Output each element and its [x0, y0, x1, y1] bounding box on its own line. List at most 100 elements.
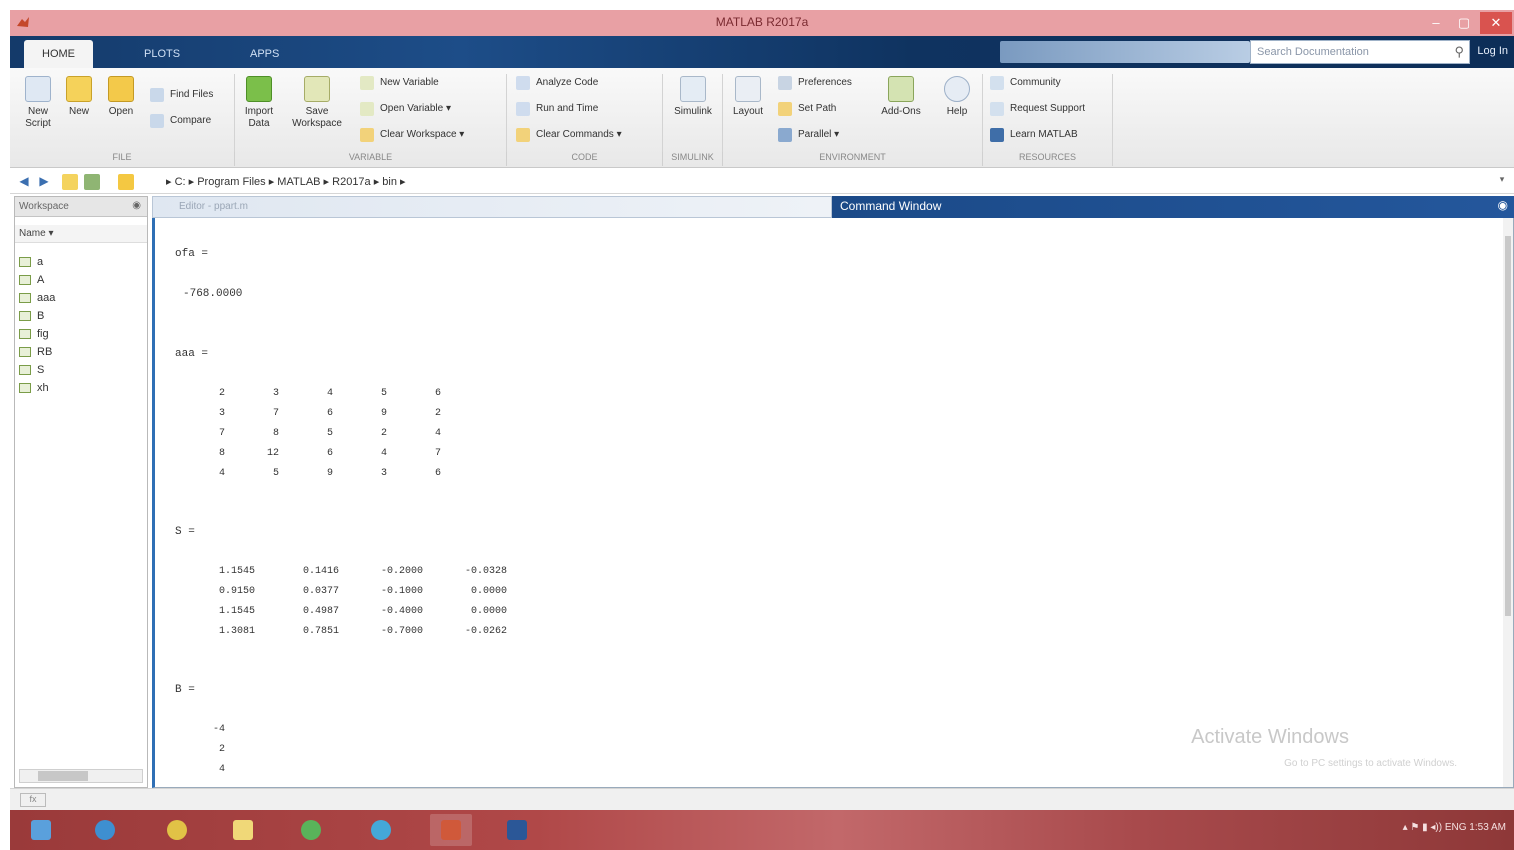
system-tray[interactable]: ▴ ⚑ ▮ ◂)) ENG 1:53 AM [1403, 822, 1506, 833]
layout-button[interactable]: Layout [728, 76, 768, 118]
variable-grid-icon [19, 275, 31, 285]
matrix-cell: 2 [218, 388, 225, 399]
matrix-cell: 4 [380, 448, 387, 459]
variable-name: fig [37, 328, 49, 340]
maximize-button[interactable]: ▢ [1450, 12, 1478, 34]
vector-cell: 4 [218, 764, 225, 775]
workspace-variable[interactable]: RB [17, 343, 52, 361]
command-window-scrollbar[interactable] [1503, 218, 1513, 787]
new-script-button[interactable]: New Script [20, 76, 56, 130]
scroll-thumb[interactable] [38, 771, 88, 781]
workspace-header: Workspace ◉ [15, 197, 147, 217]
matrix-cell: -0.0328 [464, 566, 507, 577]
community-label: Community [1010, 77, 1061, 88]
preferences-button[interactable]: Preferences [778, 74, 852, 92]
taskbar-app-matlab[interactable] [430, 814, 472, 846]
matrix-cell: 0.7851 [302, 626, 339, 637]
output-label-s: S = [175, 526, 195, 538]
clear-workspace-button[interactable]: Clear Workspace ▾ [360, 126, 464, 144]
tray-icons[interactable]: ▴ ⚑ ▮ ◂)) ENG [1403, 822, 1470, 833]
back-icon[interactable]: ◀ [16, 174, 32, 190]
workspace-variable[interactable]: a [17, 253, 43, 271]
login-button[interactable]: Log In [1477, 45, 1508, 57]
workspace-scrollbar[interactable] [19, 769, 143, 783]
request-support-button[interactable]: Request Support [990, 100, 1085, 118]
learn-matlab-label: Learn MATLAB [1010, 129, 1078, 140]
matrix-cell: 0.1416 [302, 566, 339, 577]
clear-commands-button[interactable]: Clear Commands ▾ [516, 126, 622, 144]
new-icon [66, 76, 92, 102]
help-button[interactable]: Help [940, 76, 974, 118]
import-data-button[interactable]: Import Data [242, 76, 276, 130]
workspace-variable[interactable]: aaa [17, 289, 55, 307]
new-button[interactable]: New [62, 76, 96, 118]
compare-icon [150, 114, 164, 128]
matrix-cell: 4 [218, 468, 225, 479]
taskbar-app[interactable] [84, 814, 126, 846]
search-documentation-input[interactable]: Search Documentation ⚲ [1250, 40, 1470, 64]
editor-tab[interactable]: Editor - ppart.m [152, 196, 832, 218]
simulink-button[interactable]: Simulink [670, 76, 716, 118]
learn-matlab-button[interactable]: Learn MATLAB [990, 126, 1078, 144]
forward-icon[interactable]: ▶ [36, 174, 52, 190]
workspace-variable[interactable]: S [17, 361, 44, 379]
close-button[interactable]: ✕ [1480, 12, 1512, 34]
scroll-thumb[interactable] [1505, 236, 1511, 616]
minimize-button[interactable]: – [1422, 12, 1450, 34]
clear-workspace-icon [360, 128, 374, 142]
matrix-cell: 1.1545 [218, 566, 255, 577]
tab-apps[interactable]: APPS [232, 40, 297, 68]
quick-access-toolbar[interactable] [1000, 41, 1250, 63]
browse-folder-icon[interactable] [84, 174, 100, 190]
command-window[interactable]: ofa = -768.0000 aaa = 2 3 4 5 6 3 7 6 9 2 7 8 5 2 4 8 12… [152, 218, 1514, 788]
open-variable-button[interactable]: Open Variable ▾ [360, 100, 451, 118]
panel-menu-icon[interactable]: ◉ [132, 200, 141, 211]
start-button[interactable] [20, 814, 62, 846]
workspace-name-column[interactable]: Name ▾ [15, 225, 147, 243]
panel-menu-icon[interactable]: ◉ [1498, 198, 1508, 212]
matrix-cell: 6 [434, 468, 441, 479]
folder-open-icon [108, 76, 134, 102]
tab-plots[interactable]: PLOTS [126, 40, 198, 68]
run-and-time-button[interactable]: Run and Time [516, 100, 598, 118]
output-label-b: B = [175, 684, 195, 696]
add-ons-button[interactable]: Add-Ons [878, 76, 924, 118]
workspace-variable[interactable]: fig [17, 325, 49, 343]
taskbar-app[interactable] [156, 814, 198, 846]
matrix-cell: 2 [380, 428, 387, 439]
open-label: Open [108, 106, 134, 117]
taskbar-app[interactable] [222, 814, 264, 846]
section-simulink: SIMULINK [662, 152, 722, 166]
search-icon[interactable]: ⚲ [1454, 44, 1464, 60]
matrix-cell: 6 [326, 448, 333, 459]
tab-home[interactable]: HOME [24, 40, 93, 68]
current-folder-bar: ◀ ▶ ▸ C: ▸ Program Files ▸ MATLAB ▸ R201… [10, 170, 1514, 194]
chevron-down-icon[interactable]: ▾ [1494, 174, 1510, 190]
workspace-variable[interactable]: B [17, 307, 44, 325]
taskbar-app[interactable] [496, 814, 538, 846]
new-variable-button[interactable]: New Variable [360, 74, 439, 92]
analyze-code-button[interactable]: Analyze Code [516, 74, 598, 92]
community-button[interactable]: Community [990, 74, 1061, 92]
taskbar-app[interactable] [290, 814, 332, 846]
taskbar-app[interactable] [360, 814, 402, 846]
file-explorer-icon [233, 820, 253, 840]
parallel-button[interactable]: Parallel ▾ [778, 126, 839, 144]
matrix-cell: 7 [272, 408, 279, 419]
clock[interactable]: 1:53 AM [1469, 822, 1506, 833]
find-files-button[interactable]: Find Files [150, 86, 213, 104]
workspace-variable[interactable]: xh [17, 379, 49, 397]
open-button[interactable]: Open [104, 76, 138, 118]
set-path-button[interactable]: Set Path [778, 100, 836, 118]
community-icon [990, 76, 1004, 90]
variable-name: A [37, 274, 45, 286]
matrix-cell: 7 [218, 428, 225, 439]
folder-path-breadcrumb[interactable]: ▸ C: ▸ Program Files ▸ MATLAB ▸ R2017a ▸… [166, 175, 406, 188]
section-variable: VARIABLE [234, 152, 506, 166]
workspace-variable[interactable]: A [17, 271, 44, 289]
section-resources: RESOURCES [982, 152, 1112, 166]
matrix-cell: 8 [272, 428, 279, 439]
save-workspace-button[interactable]: Save Workspace [286, 76, 348, 130]
compare-button[interactable]: Compare [150, 112, 211, 130]
up-folder-icon[interactable] [62, 174, 78, 190]
